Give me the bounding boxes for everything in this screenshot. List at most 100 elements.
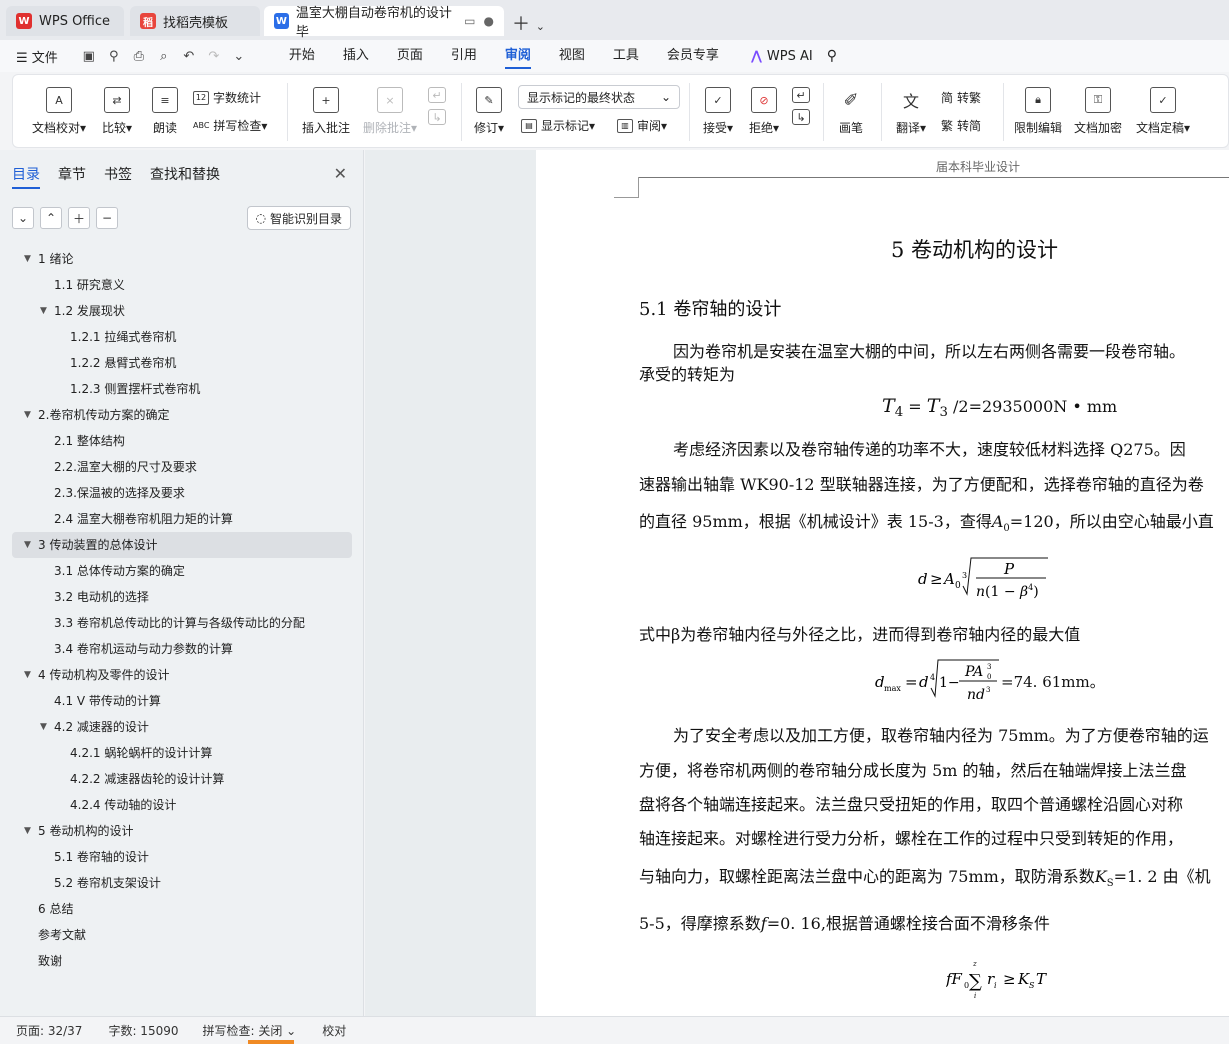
toc-item[interactable]: 1.2.3 侧置摆杆式卷帘机 bbox=[12, 376, 352, 402]
tab-member[interactable]: 会员专享 bbox=[653, 40, 733, 72]
proof-status[interactable]: 校对 bbox=[296, 1022, 346, 1039]
revise-button[interactable]: ✎ 修订▾ bbox=[469, 87, 509, 136]
word-count-status[interactable]: 字数: 15090 bbox=[82, 1022, 178, 1039]
toc-item[interactable]: 4.2.1 蜗轮蜗杆的设计计算 bbox=[12, 740, 352, 766]
toc-item[interactable]: 6 总结 bbox=[12, 896, 352, 922]
show-markup-button[interactable]: ▤ 显示标记 ▾ bbox=[521, 117, 595, 134]
toc-item[interactable]: 3.4 卷帘机运动与动力参数的计算 bbox=[12, 636, 352, 662]
expand-triangle-icon[interactable]: ▼ bbox=[24, 532, 31, 558]
toc-item[interactable]: 参考文献 bbox=[12, 922, 352, 948]
to-traditional-button[interactable]: 简转繁 bbox=[941, 89, 981, 106]
doc-check-button[interactable]: A 文档校对▾ bbox=[29, 87, 89, 136]
toc-item[interactable]: ▼ 5 卷动机构的设计 bbox=[12, 818, 352, 844]
tab-wps-office[interactable]: W WPS Office bbox=[6, 6, 124, 36]
collapse-up-button[interactable]: ⌃ bbox=[40, 207, 62, 229]
tab-tools[interactable]: 工具 bbox=[599, 40, 653, 72]
toc-item[interactable]: 4.2.2 减速器齿轮的设计计算 bbox=[12, 766, 352, 792]
expand-triangle-icon[interactable]: ▼ bbox=[40, 714, 47, 740]
markup-state-select[interactable]: 显示标记的最终状态 ⌄ bbox=[518, 85, 680, 109]
encrypt-button[interactable]: ⚿ 文档加密 bbox=[1071, 87, 1125, 136]
prev-change-icon: ↵ bbox=[792, 87, 810, 103]
toc-item[interactable]: ▼ 1.2 发展现状 bbox=[12, 298, 352, 324]
toc-item[interactable]: 5.2 卷帘机支架设计 bbox=[12, 870, 352, 896]
insert-comment-button[interactable]: + 插入批注 bbox=[299, 87, 353, 136]
expand-triangle-icon[interactable]: ▼ bbox=[24, 818, 31, 844]
change-nav-button[interactable]: ↵ ↳ bbox=[789, 87, 813, 131]
expand-triangle-icon[interactable]: ▼ bbox=[24, 402, 31, 428]
toc-item[interactable]: ▼ 1 绪论 bbox=[12, 246, 352, 272]
toc-item[interactable]: 3.2 电动机的选择 bbox=[12, 584, 352, 610]
toc-item[interactable]: 2.3.保温被的选择及要求 bbox=[12, 480, 352, 506]
review-pane-button[interactable]: ▥ 审阅 ▾ bbox=[617, 117, 667, 134]
header-rule bbox=[638, 177, 1229, 178]
tab-start[interactable]: 开始 bbox=[275, 40, 329, 72]
toc-item[interactable]: 1.1 研究意义 bbox=[12, 272, 352, 298]
toc-item[interactable]: ▼ 3 传动装置的总体设计 bbox=[12, 532, 352, 558]
tab-review[interactable]: 审阅 bbox=[491, 40, 545, 72]
toc-item[interactable]: 2.2.温室大棚的尺寸及要求 bbox=[12, 454, 352, 480]
wps-ai-button[interactable]: ⋀ WPS AI ⚲ bbox=[751, 48, 837, 64]
plus-icon: ＋ bbox=[72, 211, 85, 226]
toc-item[interactable]: 5.1 卷帘轴的设计 bbox=[12, 844, 352, 870]
toc-item[interactable]: ▼ 4.2 减速器的设计 bbox=[12, 714, 352, 740]
toc-item[interactable]: 4.1 V 带传动的计算 bbox=[12, 688, 352, 714]
tab-insert[interactable]: 插入 bbox=[329, 40, 383, 72]
new-tab-button[interactable]: ＋ ⌄ bbox=[512, 10, 545, 36]
toc-item-label: 2.2.温室大棚的尺寸及要求 bbox=[54, 460, 197, 474]
nav-tab-find-replace[interactable]: 查找和替换 bbox=[150, 164, 220, 189]
expand-triangle-icon[interactable]: ▼ bbox=[24, 662, 31, 688]
nav-tab-toc[interactable]: 目录 bbox=[12, 164, 40, 189]
to-simplified-button[interactable]: 繁转简 bbox=[941, 117, 981, 134]
translate-button[interactable]: 文 翻译▾ bbox=[891, 87, 931, 136]
toc-item[interactable]: ▼ 2.卷帘机传动方案的确定 bbox=[12, 402, 352, 428]
print-preview-icon[interactable]: ⌕ bbox=[153, 45, 175, 67]
close-icon[interactable]: ✕ bbox=[334, 164, 347, 183]
tab-document[interactable]: W 温室大棚自动卷帘机的设计 毕 ▭ ● bbox=[264, 6, 504, 40]
chapter-title: 5 卷动机构的设计 bbox=[891, 238, 1059, 262]
nav-tab-bookmarks[interactable]: 书签 bbox=[104, 164, 132, 189]
comment-nav-button[interactable]: ↵ ↳ bbox=[425, 87, 449, 131]
nav-tab-sections[interactable]: 章节 bbox=[58, 164, 86, 189]
toc-item[interactable]: 3.1 总体传动方案的确定 bbox=[12, 558, 352, 584]
add-heading-button[interactable]: ＋ bbox=[68, 207, 90, 229]
document-page[interactable]: 届本科毕业设计 5 卷动机构的设计 5.1 卷帘轴的设计 因为卷帘机是安装在温室… bbox=[536, 150, 1229, 1016]
tab-page[interactable]: 页面 bbox=[383, 40, 437, 72]
search-icon[interactable]: ⚲ bbox=[827, 48, 837, 64]
expand-triangle-icon[interactable]: ▼ bbox=[40, 298, 47, 324]
toc-item[interactable]: 致谢 bbox=[12, 948, 352, 974]
tab-docer[interactable]: 稻 找稻壳模板 bbox=[130, 6, 260, 36]
compare-button[interactable]: ⇄ 比较▾ bbox=[97, 87, 137, 136]
toc-item[interactable]: 2.4 温室大棚卷帘机阻力矩的计算 bbox=[12, 506, 352, 532]
toc-item[interactable]: 1.2.2 悬臂式卷帘机 bbox=[12, 350, 352, 376]
pen-button[interactable]: ✐ 画笔 bbox=[835, 87, 867, 136]
chevron-down-icon[interactable]: ⌄ bbox=[228, 45, 250, 67]
page-indicator[interactable]: 页面: 32/37 bbox=[0, 1022, 82, 1039]
collapse-down-button[interactable]: ⌄ bbox=[12, 207, 34, 229]
spell-check-button[interactable]: ABC 拼写检查 ▾ bbox=[193, 117, 267, 134]
undo-icon[interactable]: ↶ bbox=[178, 45, 200, 67]
save-icon[interactable]: ▣ bbox=[78, 45, 100, 67]
file-menu[interactable]: ☰ 文件 bbox=[16, 47, 58, 66]
finalize-button[interactable]: ✓ 文档定稿▾ bbox=[1131, 87, 1195, 136]
word-count-button[interactable]: 12 字数统计 bbox=[193, 89, 261, 106]
tab-view[interactable]: 视图 bbox=[545, 40, 599, 72]
expand-triangle-icon[interactable]: ▼ bbox=[24, 246, 31, 272]
toc-item[interactable]: 4.2.4 传动轴的设计 bbox=[12, 792, 352, 818]
share-icon[interactable]: ⚲ bbox=[103, 45, 125, 67]
toc-item[interactable]: 1.2.1 拉绳式卷帘机 bbox=[12, 324, 352, 350]
pen-icon: ✐ bbox=[838, 87, 864, 113]
restrict-edit-button[interactable]: 🔒︎ 限制编辑 bbox=[1011, 87, 1065, 136]
toc-item[interactable]: ▼ 4 传动机构及零件的设计 bbox=[12, 662, 352, 688]
smart-toc-button[interactable]: ◌ 智能识别目录 bbox=[246, 206, 351, 230]
toc-item[interactable]: 3.3 卷帘机总传动比的计算与各级传动比的分配 bbox=[12, 610, 352, 636]
tab-references[interactable]: 引用 bbox=[437, 40, 491, 72]
toc-item[interactable]: 2.1 整体结构 bbox=[12, 428, 352, 454]
remove-heading-button[interactable]: − bbox=[96, 207, 118, 229]
reject-button[interactable]: ⊘ 拒绝▾ bbox=[745, 87, 783, 136]
print-icon[interactable]: ⎙ bbox=[128, 45, 150, 67]
delete-comment-button[interactable]: × 删除批注▾ bbox=[359, 87, 421, 136]
spell-check-status[interactable]: 拼写检查: 关闭 ⌄ bbox=[179, 1022, 297, 1039]
accept-button[interactable]: ✓ 接受▾ bbox=[699, 87, 737, 136]
redo-icon[interactable]: ↷ bbox=[203, 45, 225, 67]
read-aloud-button[interactable]: ≡ 朗读 bbox=[147, 87, 183, 136]
